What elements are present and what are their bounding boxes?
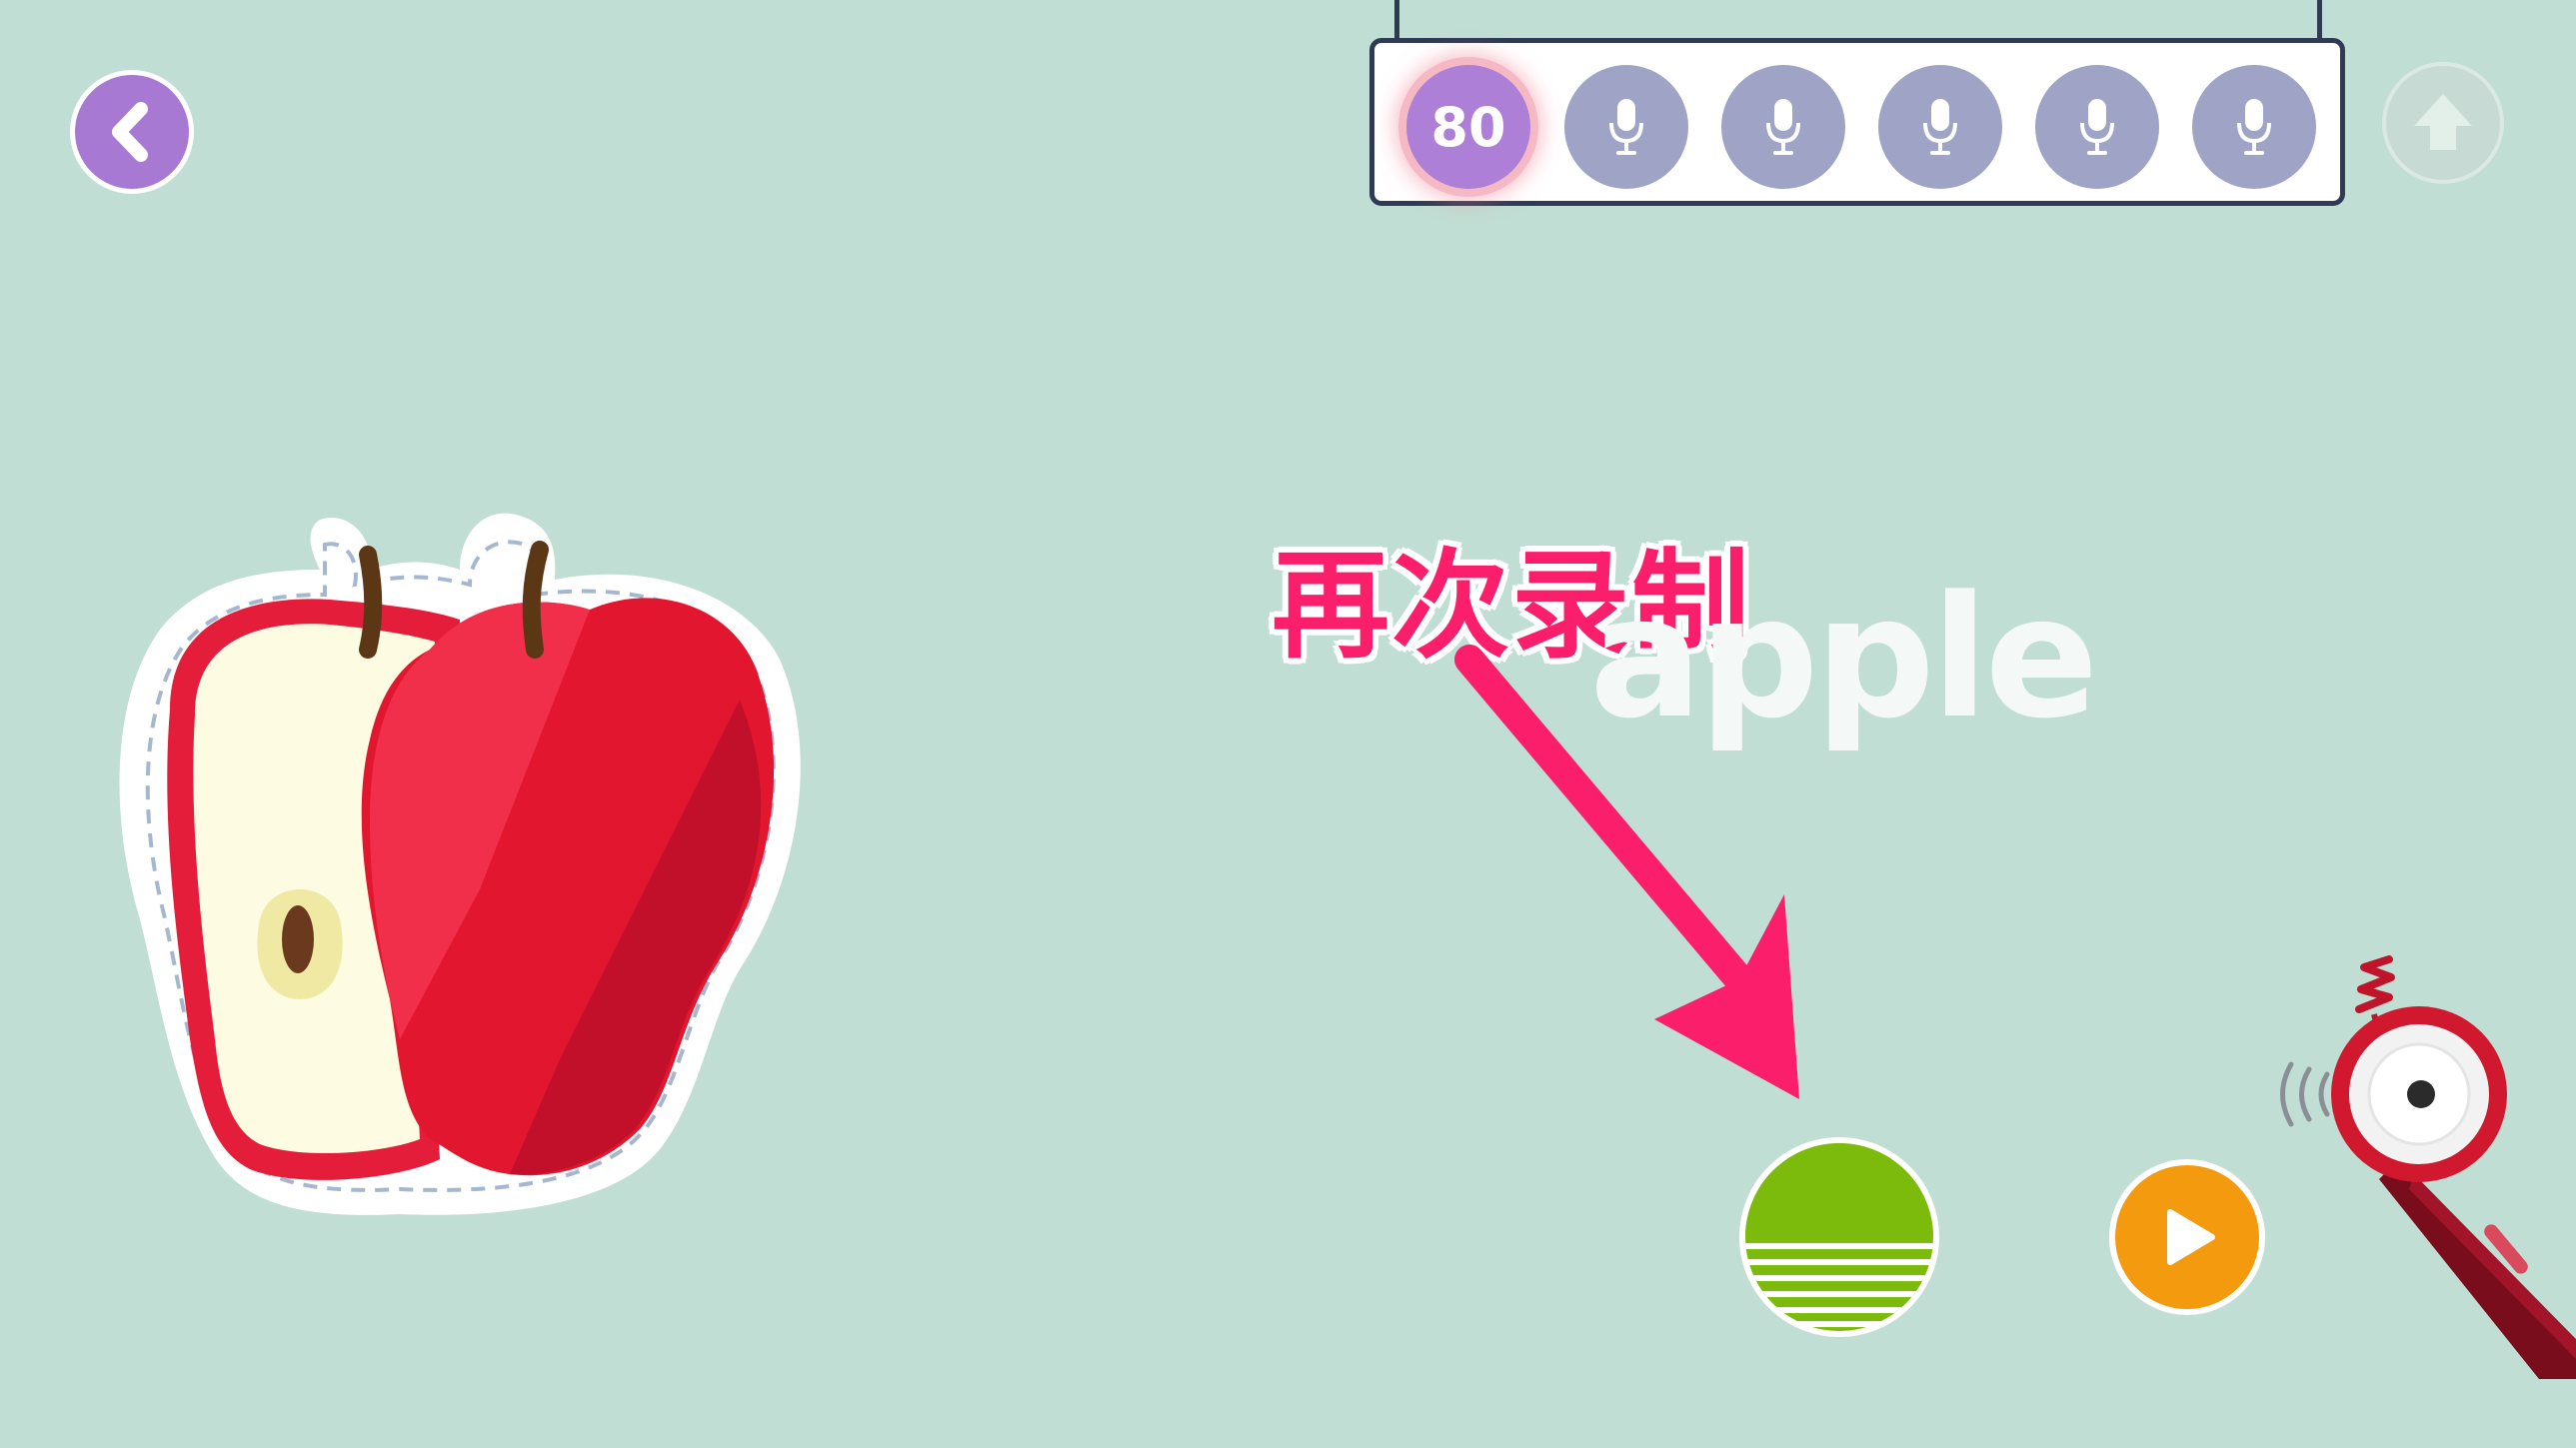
- up-arrow-icon: [2414, 94, 2472, 150]
- score-value: 80: [1430, 95, 1506, 159]
- play-icon: [2167, 1209, 2215, 1265]
- scoreboard-strings: [0, 0, 2576, 40]
- microphone-icon: [1923, 99, 1957, 155]
- upload-button[interactable]: [2382, 62, 2504, 184]
- record-button-icon: [1745, 1143, 1933, 1327]
- recording-slot-2[interactable]: [1564, 65, 1688, 189]
- back-button[interactable]: [70, 70, 194, 194]
- microphone-icon: [2237, 99, 2271, 155]
- play-button[interactable]: [2109, 1159, 2265, 1315]
- microphone-icon: [2080, 99, 2114, 155]
- recording-slot-5[interactable]: [2035, 65, 2159, 189]
- annotation-arrow: [1454, 645, 1799, 1099]
- microphone-character: [2280, 955, 2576, 1379]
- score-badge[interactable]: 80: [1406, 65, 1530, 189]
- recording-slot-6[interactable]: [2192, 65, 2316, 189]
- chevron-left-icon: [112, 102, 148, 162]
- apple-illustration: [119, 513, 801, 1215]
- recording-slot-4[interactable]: [1878, 65, 2002, 189]
- microphone-icon: [1609, 99, 1643, 155]
- score-board: 80: [1369, 38, 2345, 206]
- record-button[interactable]: [1739, 1137, 1939, 1337]
- recording-slot-3[interactable]: [1721, 65, 1845, 189]
- microphone-icon: [1766, 99, 1800, 155]
